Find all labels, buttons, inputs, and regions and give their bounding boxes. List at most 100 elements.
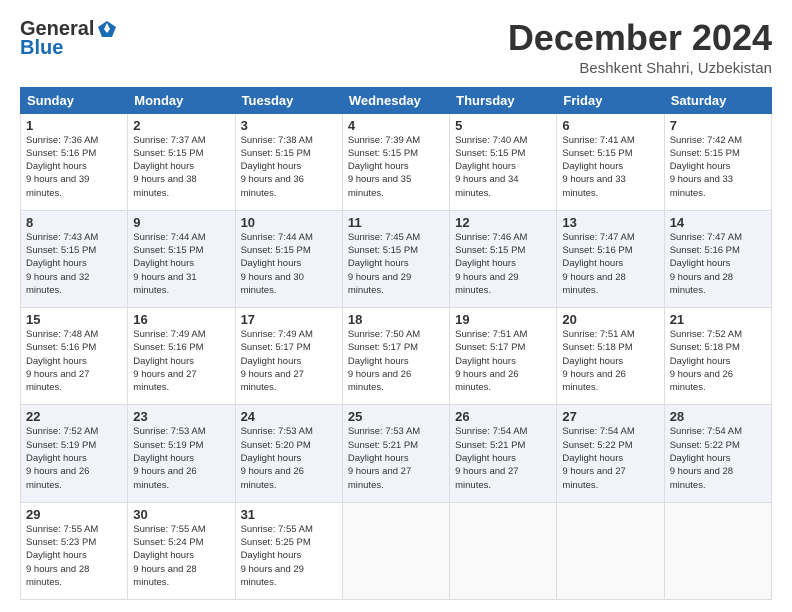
calendar-cell: 6 Sunrise: 7:41 AM Sunset: 5:15 PM Dayli… — [557, 113, 664, 210]
day-info: Sunrise: 7:49 AM Sunset: 5:17 PM Dayligh… — [241, 328, 337, 394]
day-number: 18 — [348, 312, 444, 327]
calendar-cell — [664, 502, 771, 599]
day-info: Sunrise: 7:51 AM Sunset: 5:17 PM Dayligh… — [455, 328, 551, 394]
day-number: 15 — [26, 312, 122, 327]
day-number: 6 — [562, 118, 658, 133]
day-info: Sunrise: 7:38 AM Sunset: 5:15 PM Dayligh… — [241, 134, 337, 200]
col-tuesday: Tuesday — [235, 87, 342, 113]
calendar-cell: 22 Sunrise: 7:52 AM Sunset: 5:19 PM Dayl… — [21, 405, 128, 502]
calendar-table: Sunday Monday Tuesday Wednesday Thursday… — [20, 87, 772, 600]
calendar-cell: 1 Sunrise: 7:36 AM Sunset: 5:16 PM Dayli… — [21, 113, 128, 210]
calendar-cell: 17 Sunrise: 7:49 AM Sunset: 5:17 PM Dayl… — [235, 308, 342, 405]
calendar-cell: 19 Sunrise: 7:51 AM Sunset: 5:17 PM Dayl… — [450, 308, 557, 405]
calendar-cell: 24 Sunrise: 7:53 AM Sunset: 5:20 PM Dayl… — [235, 405, 342, 502]
day-number: 31 — [241, 507, 337, 522]
day-number: 4 — [348, 118, 444, 133]
day-info: Sunrise: 7:55 AM Sunset: 5:23 PM Dayligh… — [26, 523, 122, 589]
day-number: 17 — [241, 312, 337, 327]
day-info: Sunrise: 7:55 AM Sunset: 5:25 PM Dayligh… — [241, 523, 337, 589]
day-info: Sunrise: 7:42 AM Sunset: 5:15 PM Dayligh… — [670, 134, 766, 200]
calendar-cell: 16 Sunrise: 7:49 AM Sunset: 5:16 PM Dayl… — [128, 308, 235, 405]
day-number: 5 — [455, 118, 551, 133]
calendar-cell: 23 Sunrise: 7:53 AM Sunset: 5:19 PM Dayl… — [128, 405, 235, 502]
day-number: 9 — [133, 215, 229, 230]
day-info: Sunrise: 7:52 AM Sunset: 5:19 PM Dayligh… — [26, 425, 122, 491]
calendar-cell — [557, 502, 664, 599]
calendar-cell: 10 Sunrise: 7:44 AM Sunset: 5:15 PM Dayl… — [235, 210, 342, 307]
day-info: Sunrise: 7:51 AM Sunset: 5:18 PM Dayligh… — [562, 328, 658, 394]
day-info: Sunrise: 7:55 AM Sunset: 5:24 PM Dayligh… — [133, 523, 229, 589]
calendar-cell: 4 Sunrise: 7:39 AM Sunset: 5:15 PM Dayli… — [342, 113, 449, 210]
col-saturday: Saturday — [664, 87, 771, 113]
day-info: Sunrise: 7:40 AM Sunset: 5:15 PM Dayligh… — [455, 134, 551, 200]
day-number: 30 — [133, 507, 229, 522]
day-number: 26 — [455, 409, 551, 424]
day-info: Sunrise: 7:39 AM Sunset: 5:15 PM Dayligh… — [348, 134, 444, 200]
day-info: Sunrise: 7:53 AM Sunset: 5:21 PM Dayligh… — [348, 425, 444, 491]
calendar-cell: 29 Sunrise: 7:55 AM Sunset: 5:23 PM Dayl… — [21, 502, 128, 599]
day-number: 29 — [26, 507, 122, 522]
day-number: 8 — [26, 215, 122, 230]
calendar-cell: 30 Sunrise: 7:55 AM Sunset: 5:24 PM Dayl… — [128, 502, 235, 599]
day-info: Sunrise: 7:54 AM Sunset: 5:22 PM Dayligh… — [562, 425, 658, 491]
day-number: 25 — [348, 409, 444, 424]
week-row-5: 29 Sunrise: 7:55 AM Sunset: 5:23 PM Dayl… — [21, 502, 772, 599]
day-number: 3 — [241, 118, 337, 133]
day-info: Sunrise: 7:44 AM Sunset: 5:15 PM Dayligh… — [241, 231, 337, 297]
day-number: 11 — [348, 215, 444, 230]
location: Beshkent Shahri, Uzbekistan — [508, 60, 772, 77]
col-monday: Monday — [128, 87, 235, 113]
day-number: 24 — [241, 409, 337, 424]
day-number: 20 — [562, 312, 658, 327]
calendar-cell: 18 Sunrise: 7:50 AM Sunset: 5:17 PM Dayl… — [342, 308, 449, 405]
day-info: Sunrise: 7:44 AM Sunset: 5:15 PM Dayligh… — [133, 231, 229, 297]
calendar-cell: 20 Sunrise: 7:51 AM Sunset: 5:18 PM Dayl… — [557, 308, 664, 405]
day-info: Sunrise: 7:54 AM Sunset: 5:21 PM Dayligh… — [455, 425, 551, 491]
day-info: Sunrise: 7:41 AM Sunset: 5:15 PM Dayligh… — [562, 134, 658, 200]
calendar-cell: 14 Sunrise: 7:47 AM Sunset: 5:16 PM Dayl… — [664, 210, 771, 307]
day-number: 22 — [26, 409, 122, 424]
calendar-cell — [342, 502, 449, 599]
header: General Blue December 2024 Beshkent Shah… — [20, 18, 772, 77]
page: General Blue December 2024 Beshkent Shah… — [0, 0, 792, 612]
calendar-cell: 7 Sunrise: 7:42 AM Sunset: 5:15 PM Dayli… — [664, 113, 771, 210]
logo-flag-icon — [96, 19, 118, 41]
day-number: 16 — [133, 312, 229, 327]
week-row-4: 22 Sunrise: 7:52 AM Sunset: 5:19 PM Dayl… — [21, 405, 772, 502]
day-info: Sunrise: 7:36 AM Sunset: 5:16 PM Dayligh… — [26, 134, 122, 200]
col-friday: Friday — [557, 87, 664, 113]
week-row-3: 15 Sunrise: 7:48 AM Sunset: 5:16 PM Dayl… — [21, 308, 772, 405]
day-number: 7 — [670, 118, 766, 133]
calendar-cell: 5 Sunrise: 7:40 AM Sunset: 5:15 PM Dayli… — [450, 113, 557, 210]
calendar-cell: 8 Sunrise: 7:43 AM Sunset: 5:15 PM Dayli… — [21, 210, 128, 307]
day-info: Sunrise: 7:43 AM Sunset: 5:15 PM Dayligh… — [26, 231, 122, 297]
day-info: Sunrise: 7:49 AM Sunset: 5:16 PM Dayligh… — [133, 328, 229, 394]
day-info: Sunrise: 7:54 AM Sunset: 5:22 PM Dayligh… — [670, 425, 766, 491]
day-number: 13 — [562, 215, 658, 230]
day-number: 19 — [455, 312, 551, 327]
month-title: December 2024 — [508, 18, 772, 58]
day-info: Sunrise: 7:37 AM Sunset: 5:15 PM Dayligh… — [133, 134, 229, 200]
day-number: 23 — [133, 409, 229, 424]
day-number: 2 — [133, 118, 229, 133]
day-info: Sunrise: 7:47 AM Sunset: 5:16 PM Dayligh… — [670, 231, 766, 297]
day-number: 21 — [670, 312, 766, 327]
title-section: December 2024 Beshkent Shahri, Uzbekista… — [508, 18, 772, 77]
calendar-cell: 21 Sunrise: 7:52 AM Sunset: 5:18 PM Dayl… — [664, 308, 771, 405]
calendar-cell: 3 Sunrise: 7:38 AM Sunset: 5:15 PM Dayli… — [235, 113, 342, 210]
day-number: 1 — [26, 118, 122, 133]
week-row-2: 8 Sunrise: 7:43 AM Sunset: 5:15 PM Dayli… — [21, 210, 772, 307]
calendar-cell: 13 Sunrise: 7:47 AM Sunset: 5:16 PM Dayl… — [557, 210, 664, 307]
calendar-cell: 26 Sunrise: 7:54 AM Sunset: 5:21 PM Dayl… — [450, 405, 557, 502]
calendar-cell: 15 Sunrise: 7:48 AM Sunset: 5:16 PM Dayl… — [21, 308, 128, 405]
day-number: 12 — [455, 215, 551, 230]
calendar-cell: 25 Sunrise: 7:53 AM Sunset: 5:21 PM Dayl… — [342, 405, 449, 502]
calendar-cell: 12 Sunrise: 7:46 AM Sunset: 5:15 PM Dayl… — [450, 210, 557, 307]
day-info: Sunrise: 7:52 AM Sunset: 5:18 PM Dayligh… — [670, 328, 766, 394]
calendar-cell: 28 Sunrise: 7:54 AM Sunset: 5:22 PM Dayl… — [664, 405, 771, 502]
calendar-cell: 31 Sunrise: 7:55 AM Sunset: 5:25 PM Dayl… — [235, 502, 342, 599]
day-info: Sunrise: 7:53 AM Sunset: 5:19 PM Dayligh… — [133, 425, 229, 491]
day-number: 10 — [241, 215, 337, 230]
logo: General Blue — [20, 18, 118, 60]
calendar-cell: 2 Sunrise: 7:37 AM Sunset: 5:15 PM Dayli… — [128, 113, 235, 210]
